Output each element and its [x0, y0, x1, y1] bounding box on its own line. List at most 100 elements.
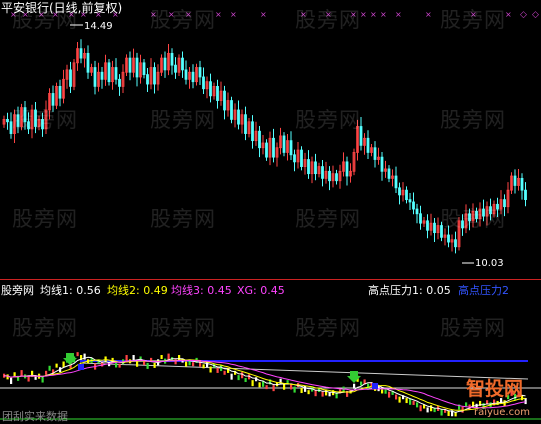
legend-ma2: 均线2: 0.49 — [107, 284, 168, 297]
site-logo: 智投网 — [466, 378, 524, 400]
candle-body — [258, 130, 261, 149]
candle-body — [520, 177, 524, 191]
indicator-dot — [125, 355, 128, 362]
low-price-label: 10.03 — [475, 258, 504, 269]
signal-marker: × — [380, 10, 387, 19]
indicator-dot — [293, 386, 296, 393]
watermark: 股旁网 — [440, 316, 506, 340]
indicator-dot — [465, 402, 468, 407]
candle-body — [394, 175, 398, 189]
indicator-dot — [426, 407, 429, 413]
candle-body — [307, 159, 310, 175]
legend-xg: XG: 0.45 — [237, 284, 285, 297]
indicator-dot — [185, 361, 188, 367]
candle-body — [387, 168, 391, 179]
candle-body — [300, 149, 303, 167]
indicator-dot — [419, 405, 422, 412]
indicator-dot — [132, 355, 135, 361]
indicator-dot — [272, 385, 275, 392]
indicator-dot — [461, 406, 464, 413]
candle-body — [265, 142, 268, 158]
indicator-dot — [10, 377, 13, 384]
candle-body — [419, 213, 422, 224]
indicator-dot — [199, 360, 202, 367]
candle-body — [79, 48, 83, 59]
indicator-dot — [230, 373, 233, 380]
candle-body — [345, 161, 349, 177]
candle-body — [142, 62, 146, 76]
candle-body — [170, 52, 174, 66]
candle-body — [191, 71, 195, 83]
watermark: 股旁网 — [440, 108, 506, 132]
legend-ma3: 均线3: 0.45 — [171, 284, 232, 297]
candle-body — [93, 67, 97, 87]
indicator-dot — [360, 381, 363, 386]
indicator-prefix: 股旁网 — [1, 284, 34, 297]
high-price-label: 14.49 — [84, 21, 113, 32]
candle-body — [135, 57, 139, 78]
signal-marker: × — [260, 10, 267, 19]
signal-marker: × — [395, 10, 402, 19]
indicator-dot — [524, 398, 527, 405]
indicator-dot — [216, 367, 219, 373]
candle-body — [118, 78, 121, 87]
indicator-dot — [433, 408, 436, 413]
candle-body — [230, 100, 233, 120]
candle-body — [146, 74, 149, 85]
candle-body — [251, 121, 254, 142]
watermark: 股旁网 — [440, 207, 506, 231]
signal-marker: × — [215, 10, 222, 19]
indicator-dot — [307, 390, 310, 395]
watermark: 股旁网 — [295, 8, 361, 32]
candle-body — [198, 67, 202, 78]
watermark: 股旁网 — [295, 108, 361, 132]
indicator-dot — [405, 398, 408, 404]
indicator-dot — [412, 400, 415, 405]
indicator-dot — [192, 362, 195, 367]
watermark: 股旁网 — [150, 316, 216, 340]
indicator-dot — [258, 382, 261, 388]
candle-body — [454, 239, 457, 248]
candle-body — [373, 147, 377, 160]
indicator-dot — [237, 375, 240, 381]
candle-body — [513, 175, 517, 186]
indicator-dot — [447, 410, 450, 416]
indicator-dot — [41, 376, 44, 383]
signal-marker: × — [425, 10, 432, 19]
signal-block — [78, 364, 84, 370]
candle-body — [184, 69, 188, 80]
indicator-dot — [384, 388, 387, 394]
indicator-dot — [118, 363, 121, 368]
candle-body — [282, 135, 286, 153]
indicator-dot — [146, 362, 149, 369]
indicator-dot — [209, 366, 212, 373]
candle-body — [380, 156, 384, 172]
candle-body — [69, 69, 72, 87]
candle-body — [100, 71, 104, 80]
legend-pressure2: 高点压力2 — [458, 284, 509, 297]
indicator-dot — [290, 384, 293, 390]
indicator-dot — [353, 383, 356, 389]
chart-title: 平安银行(日线,前复权) — [1, 1, 123, 15]
indicator-dot — [6, 374, 9, 380]
candle-body — [223, 90, 226, 111]
indicator-dot — [167, 353, 170, 360]
watermark: 股旁网 — [295, 207, 361, 231]
candle-body — [181, 57, 184, 71]
signal-marker: × — [505, 10, 512, 19]
candle-body — [321, 166, 324, 179]
indicator-dot — [388, 391, 391, 398]
candle-body — [524, 189, 527, 201]
candle-body — [107, 62, 111, 83]
diamond-marker: ◇ — [532, 10, 539, 20]
indicator-dot — [55, 363, 58, 368]
bottom-watermark: 团刮实来数据 — [2, 410, 68, 423]
indicator-dot — [300, 388, 303, 394]
indicator-dot — [430, 405, 433, 412]
candle-body — [335, 173, 338, 182]
candle-body — [293, 154, 296, 163]
indicator-dot — [136, 360, 139, 367]
indicator-dot — [409, 398, 412, 405]
indicator-dot — [241, 372, 244, 379]
signal-marker: × — [230, 10, 237, 19]
